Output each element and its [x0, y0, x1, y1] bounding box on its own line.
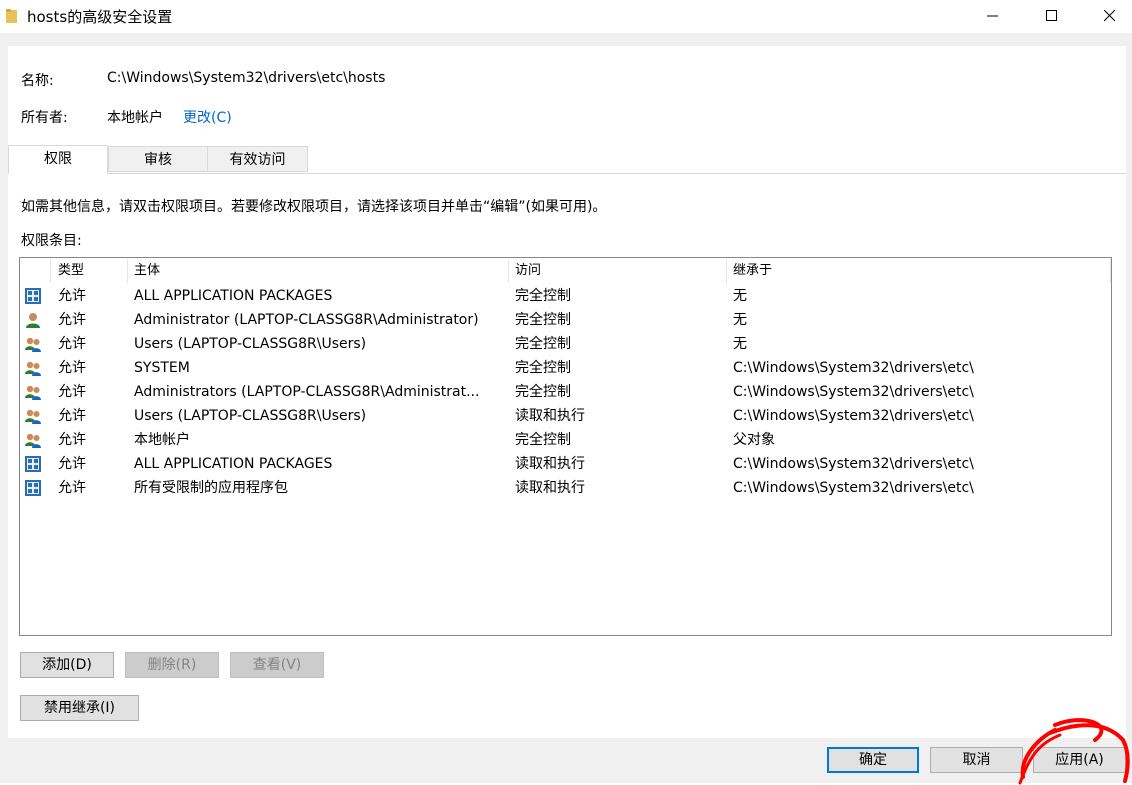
name-label: 名称: [21, 73, 54, 89]
view-button-label: 查看(V) [252, 657, 302, 673]
tab-permissions[interactable]: 权限 [8, 145, 108, 174]
row-inherited-from: 无 [733, 288, 747, 304]
row-type: 允许 [58, 384, 86, 400]
row-principal: Users (LAPTOP-CLASSG8R\Users) [134, 336, 367, 352]
group-icon [24, 335, 42, 353]
apply-button[interactable]: 应用(A) [1033, 747, 1126, 773]
table-row[interactable]: 允许 Administrators (LAPTOP-CLASSG8R\Admini… [20, 380, 1111, 404]
group-icon [24, 383, 42, 401]
ok-button[interactable]: 确定 [827, 747, 919, 773]
column-header-principal[interactable]: 主体 [134, 258, 160, 284]
row-principal: Administrator (LAPTOP-CLASSG8R\Administr… [134, 312, 479, 328]
ok-button-label: 确定 [859, 752, 887, 768]
remove-button[interactable]: 删除(R) [125, 652, 219, 678]
title-bar: hosts的高级安全设置 [0, 0, 1132, 33]
row-principal: Administrators (LAPTOP-CLASSG8R\Administ… [134, 384, 480, 400]
table-row[interactable]: 允许 Administrator (LAPTOP-CLASSG8R\Adminis… [20, 308, 1111, 332]
maximize-button[interactable] [1029, 0, 1075, 33]
group-icon [24, 407, 42, 425]
row-access: 完全控制 [515, 336, 571, 352]
disable-inheritance-button[interactable]: 禁用继承(I) [20, 695, 139, 721]
row-access: 完全控制 [515, 432, 571, 448]
group-icon [24, 431, 42, 449]
row-inherited-from: 无 [733, 312, 747, 328]
column-header-access[interactable]: 访问 [515, 258, 541, 284]
maximize-icon [1046, 10, 1057, 21]
row-access: 读取和执行 [515, 456, 585, 472]
close-icon [1104, 10, 1116, 22]
app-package-icon [24, 287, 42, 305]
tab-effective-access[interactable]: 有效访问 [207, 146, 308, 172]
info-text: 如需其他信息，请双击权限项目。若要修改权限项目，请选择该项目并单击“编辑”(如果… [21, 199, 607, 215]
minimize-icon [987, 15, 998, 17]
table-row[interactable]: 允许 ALL APPLICATION PACKAGES 读取和执行 C:\Window… [20, 452, 1111, 476]
table-row[interactable]: 允许 Users (LAPTOP-CLASSG8R\Users) 读取和执行 C:\W… [20, 404, 1111, 428]
row-access: 读取和执行 [515, 480, 585, 496]
add-button-label: 添加(D) [42, 657, 92, 673]
name-value: C:\Windows\System32\drivers\etc\hosts [107, 70, 386, 86]
row-access: 完全控制 [515, 312, 571, 328]
row-principal: 所有受限制的应用程序包 [134, 480, 288, 496]
window-title: hosts的高级安全设置 [27, 8, 173, 26]
table-row[interactable]: 允许 本地帐户 完全控制 父对象 [20, 428, 1111, 452]
cancel-button-label: 取消 [962, 752, 991, 768]
row-access: 完全控制 [515, 288, 571, 304]
row-inherited-from: C:\Windows\System32\drivers\etc\ [733, 456, 974, 472]
row-principal: SYSTEM [134, 360, 190, 376]
table-row[interactable]: 允许 SYSTEM 完全控制 C:\Windows\System32\drivers\… [20, 356, 1111, 380]
row-type: 允许 [58, 312, 86, 328]
app-package-icon [24, 455, 42, 473]
column-separator [127, 259, 128, 283]
owner-value: 本地帐户 [107, 110, 163, 126]
close-button[interactable] [1087, 0, 1132, 33]
row-type: 允许 [58, 360, 86, 376]
row-inherited-from: 父对象 [733, 432, 775, 448]
row-inherited-from: C:\Windows\System32\drivers\etc\ [733, 480, 974, 496]
change-owner-link[interactable]: 更改(C) [183, 107, 232, 127]
table-row[interactable]: 允许 Users (LAPTOP-CLASSG8R\Users) 完全控制 无 [20, 332, 1111, 356]
row-inherited-from: C:\Windows\System32\drivers\etc\ [733, 408, 974, 424]
user-icon [24, 311, 42, 329]
row-access: 完全控制 [515, 360, 571, 376]
column-separator [1110, 259, 1111, 283]
table-row[interactable]: 允许 ALL APPLICATION PACKAGES 完全控制 无 [20, 284, 1111, 308]
disable-inheritance-button-label: 禁用继承(I) [43, 700, 116, 716]
table-row[interactable]: 允许 所有受限制的应用程序包 读取和执行 C:\Windows\System32\dr… [20, 476, 1111, 500]
column-separator [508, 259, 509, 283]
group-icon [24, 359, 42, 377]
cancel-button[interactable]: 取消 [930, 747, 1023, 773]
row-type: 允许 [58, 408, 86, 424]
column-header-inherited-from[interactable]: 继承于 [733, 258, 772, 284]
tab-auditing[interactable]: 审核 [108, 146, 208, 172]
row-type: 允许 [58, 456, 86, 472]
column-header-type[interactable]: 类型 [58, 258, 84, 284]
remove-button-label: 删除(R) [147, 657, 197, 673]
column-separator [50, 259, 51, 283]
row-principal: Users (LAPTOP-CLASSG8R\Users) [134, 408, 367, 424]
row-inherited-from: 无 [733, 336, 747, 352]
row-type: 允许 [58, 336, 86, 352]
folder-icon [6, 9, 17, 23]
owner-label: 所有者: [21, 110, 68, 126]
row-type: 允许 [58, 432, 86, 448]
row-principal: ALL APPLICATION PACKAGES [134, 456, 333, 472]
dialog-frame: 名称: C:\Windows\System32\drivers\etc\host… [0, 33, 1132, 783]
row-principal: ALL APPLICATION PACKAGES [134, 288, 333, 304]
row-inherited-from: C:\Windows\System32\drivers\etc\ [733, 384, 974, 400]
row-access: 读取和执行 [515, 408, 585, 424]
row-type: 允许 [58, 480, 86, 496]
view-button[interactable]: 查看(V) [230, 652, 324, 678]
row-inherited-from: C:\Windows\System32\drivers\etc\ [733, 360, 974, 376]
apply-button-label: 应用(A) [1055, 752, 1104, 768]
column-separator [726, 259, 727, 283]
tab-divider [8, 173, 1126, 174]
app-package-icon [24, 479, 42, 497]
row-access: 完全控制 [515, 384, 571, 400]
row-type: 允许 [58, 288, 86, 304]
entries-label: 权限条目: [21, 233, 82, 249]
add-button[interactable]: 添加(D) [20, 652, 114, 678]
row-principal: 本地帐户 [134, 432, 190, 448]
permission-entries-list[interactable]: 类型 主体 访问 继承于 允许 ALL APPLICATION PACKAGES 完… [19, 257, 1112, 636]
minimize-button[interactable] [970, 0, 1016, 33]
